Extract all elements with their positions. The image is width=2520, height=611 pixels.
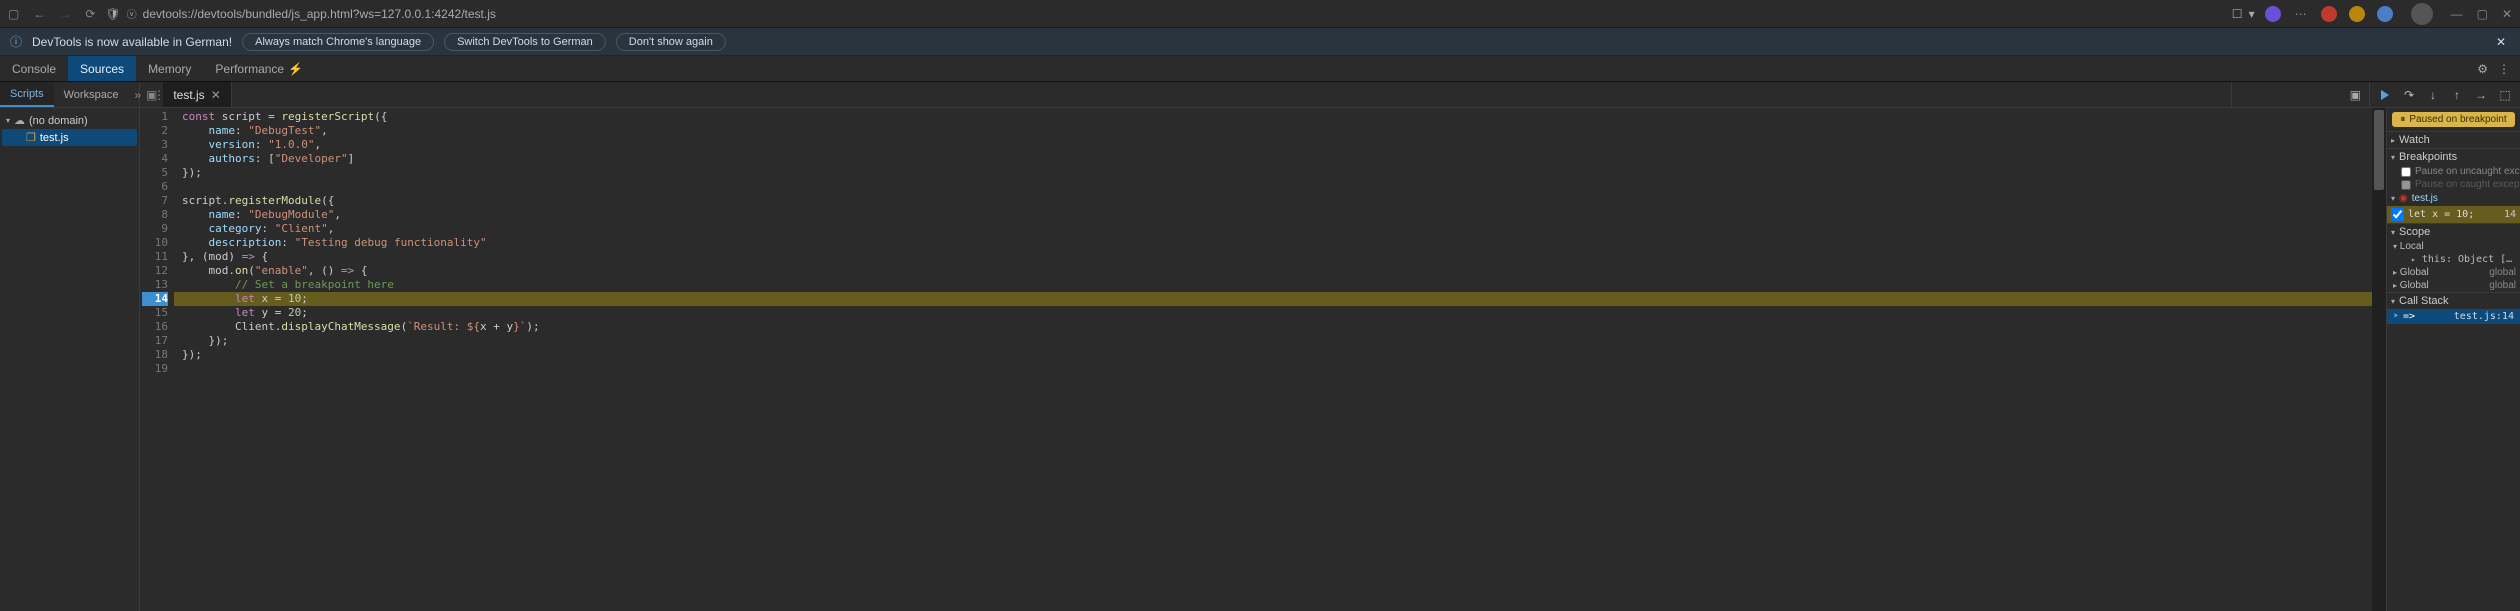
performance-badge-icon: ⚡ <box>288 62 303 76</box>
file-tree: ▾ ☁ (no domain) ❐ test.js <box>0 108 140 611</box>
step-over-button[interactable]: ↷ <box>2402 88 2416 102</box>
breakpoints-section-header[interactable]: ▾ Breakpoints <box>2387 148 2520 165</box>
chevron-right-icon: ▸ <box>2391 136 2395 145</box>
chevron-down-icon: ▾ <box>2391 194 2395 203</box>
subtab-scripts[interactable]: Scripts <box>0 82 54 107</box>
settings-gear-icon[interactable]: ⚙ <box>2477 62 2488 76</box>
tree-domain-label: (no domain) <box>29 115 88 127</box>
current-execution-line: let x = 10; <box>174 292 2386 306</box>
sidebar-toggle-icon[interactable]: ▢ <box>8 7 19 21</box>
site-info-icon[interactable]: ⓥ <box>127 6 137 21</box>
browser-toolbar: ▢ ← → ⟳ 🛡 ⓥ devtools://devtools/bundled/… <box>0 0 2520 28</box>
tree-domain-row[interactable]: ▾ ☁ (no domain) <box>0 112 139 129</box>
scope-global2-row[interactable]: ▸ Global global <box>2387 279 2520 292</box>
ext-icon-2[interactable]: ⋯ <box>2293 6 2309 22</box>
js-file-icon: ❐ <box>26 131 36 144</box>
tab-memory[interactable]: Memory <box>136 56 203 81</box>
dont-show-again-button[interactable]: Don't show again <box>616 33 726 51</box>
editor-file-tab[interactable]: test.js ✕ <box>163 82 231 107</box>
nav-forward-icon[interactable]: → <box>59 7 71 21</box>
tree-file-label: test.js <box>40 132 69 144</box>
language-infobar: ⓘ DevTools is now available in German! A… <box>0 28 2520 56</box>
sources-toolbar: Scripts Workspace » ⋮ ▣ test.js ✕ ▣ ↷ ↓ … <box>0 82 2520 108</box>
chevron-right-icon: ▸ <box>2411 255 2416 264</box>
toggle-navigator-icon[interactable]: ▣ <box>140 88 163 102</box>
more-menu-icon[interactable]: ⋮ <box>2498 62 2510 76</box>
step-into-button[interactable]: ↓ <box>2426 88 2440 102</box>
info-icon: ⓘ <box>10 33 22 50</box>
scope-section-header[interactable]: ▾ Scope <box>2387 223 2520 240</box>
scope-local-row[interactable]: ▾ Local <box>2387 240 2520 253</box>
subtab-workspace[interactable]: Workspace <box>54 82 129 107</box>
toggle-debugger-icon[interactable]: ▣ <box>2350 88 2361 102</box>
callstack-section-header[interactable]: ▾ Call Stack <box>2387 292 2520 309</box>
chevron-down-icon: ▾ <box>2391 153 2395 162</box>
line-gutter[interactable]: 12345 678910 111213 14 1516171819 <box>140 108 174 611</box>
breakpoint-file-row[interactable]: ▾ ◉ test.js <box>2387 191 2520 206</box>
pause-caught-checkbox[interactable] <box>2401 180 2411 190</box>
ext-icon-1[interactable] <box>2265 6 2281 22</box>
extension-icons: ⋯ <box>2265 6 2393 22</box>
bookmark-icon[interactable]: ☐ <box>2232 7 2243 21</box>
ext-icon-4[interactable] <box>2349 6 2365 22</box>
scope-this-row[interactable]: ▸ this: Object [object global] <box>2387 253 2520 266</box>
profile-avatar[interactable] <box>2411 3 2433 25</box>
tab-sources[interactable]: Sources <box>68 56 136 81</box>
breakpoint-line-marker[interactable]: 14 <box>142 292 168 306</box>
step-button[interactable]: → <box>2474 88 2488 102</box>
window-maximize-icon[interactable]: ▢ <box>2477 7 2488 21</box>
devtools-tabstrip: Console Sources Memory Performance ⚡ ⚙ ⋮ <box>0 56 2520 82</box>
ext-icon-3[interactable] <box>2321 6 2337 22</box>
pause-uncaught-checkbox[interactable] <box>2401 167 2411 177</box>
resume-button[interactable] <box>2378 88 2392 102</box>
cloud-icon: ☁ <box>14 114 25 127</box>
pause-caught-checkbox-row[interactable]: Pause on caught exceptions <box>2387 178 2520 191</box>
url-text: devtools://devtools/bundled/js_app.html?… <box>143 7 2226 21</box>
debugger-sidebar: ⏸ Paused on breakpoint ▸ Watch ▾ Breakpo… <box>2386 108 2520 611</box>
url-bar[interactable]: 🛡 ⓥ devtools://devtools/bundled/js_app.h… <box>105 6 2254 21</box>
nav-reload-icon[interactable]: ⟳ <box>85 7 95 21</box>
paused-badge: ⏸ Paused on breakpoint <box>2392 112 2514 127</box>
url-dropdown-icon[interactable]: ▾ <box>2249 7 2255 21</box>
file-tab-label: test.js <box>173 88 204 102</box>
match-language-button[interactable]: Always match Chrome's language <box>242 33 434 51</box>
breakpoint-code-row[interactable]: let x = 10; 14 <box>2387 206 2520 223</box>
tree-file-row[interactable]: ❐ test.js <box>2 129 137 146</box>
breakpoint-badge-icon: ◉ <box>2399 193 2408 204</box>
tab-console[interactable]: Console <box>0 56 68 81</box>
scope-global1-row[interactable]: ▸ Global global <box>2387 266 2520 279</box>
editor-scrollbar[interactable] <box>2372 108 2386 611</box>
sources-main: ▾ ☁ (no domain) ❐ test.js 12345 678910 1… <box>0 108 2520 611</box>
chevron-down-icon: ▾ <box>2391 228 2395 237</box>
tree-expand-icon: ▾ <box>6 116 10 125</box>
current-frame-icon: ➤ <box>2393 311 2399 322</box>
pause-icon: ⏸ <box>2400 114 2405 125</box>
shield-icon[interactable]: 🛡 <box>105 7 120 21</box>
chevron-down-icon: ▾ <box>2393 242 2397 251</box>
nav-back-icon[interactable]: ← <box>33 7 45 21</box>
code-editor[interactable]: 12345 678910 111213 14 1516171819 const … <box>140 108 2386 611</box>
step-out-button[interactable]: ↑ <box>2450 88 2464 102</box>
infobar-close-icon[interactable]: ✕ <box>2492 35 2510 49</box>
debugger-controls: ↷ ↓ ↑ → ⬚ <box>2369 82 2520 107</box>
breakpoint-enable-checkbox[interactable] <box>2391 208 2404 221</box>
pause-uncaught-checkbox-row[interactable]: Pause on uncaught exceptions <box>2387 165 2520 178</box>
deactivate-breakpoints-button[interactable]: ⬚ <box>2498 88 2512 102</box>
window-minimize-icon[interactable]: — <box>2451 7 2463 21</box>
stack-frame-row[interactable]: ➤ => test.js:14 <box>2387 309 2520 324</box>
chevron-down-icon: ▾ <box>2391 297 2395 306</box>
infobar-message: DevTools is now available in German! <box>32 35 232 49</box>
switch-language-button[interactable]: Switch DevTools to German <box>444 33 606 51</box>
ext-icon-5[interactable] <box>2377 6 2393 22</box>
tab-performance[interactable]: Performance ⚡ <box>203 56 315 81</box>
chevron-right-icon: ▸ <box>2393 281 2397 290</box>
chevron-right-icon: ▸ <box>2393 268 2397 277</box>
watch-section-header[interactable]: ▸ Watch <box>2387 131 2520 148</box>
file-tab-close-icon[interactable]: ✕ <box>211 88 221 102</box>
code-content[interactable]: const script = registerScript({ name: "D… <box>174 108 2386 611</box>
window-close-icon[interactable]: ✕ <box>2502 7 2512 21</box>
